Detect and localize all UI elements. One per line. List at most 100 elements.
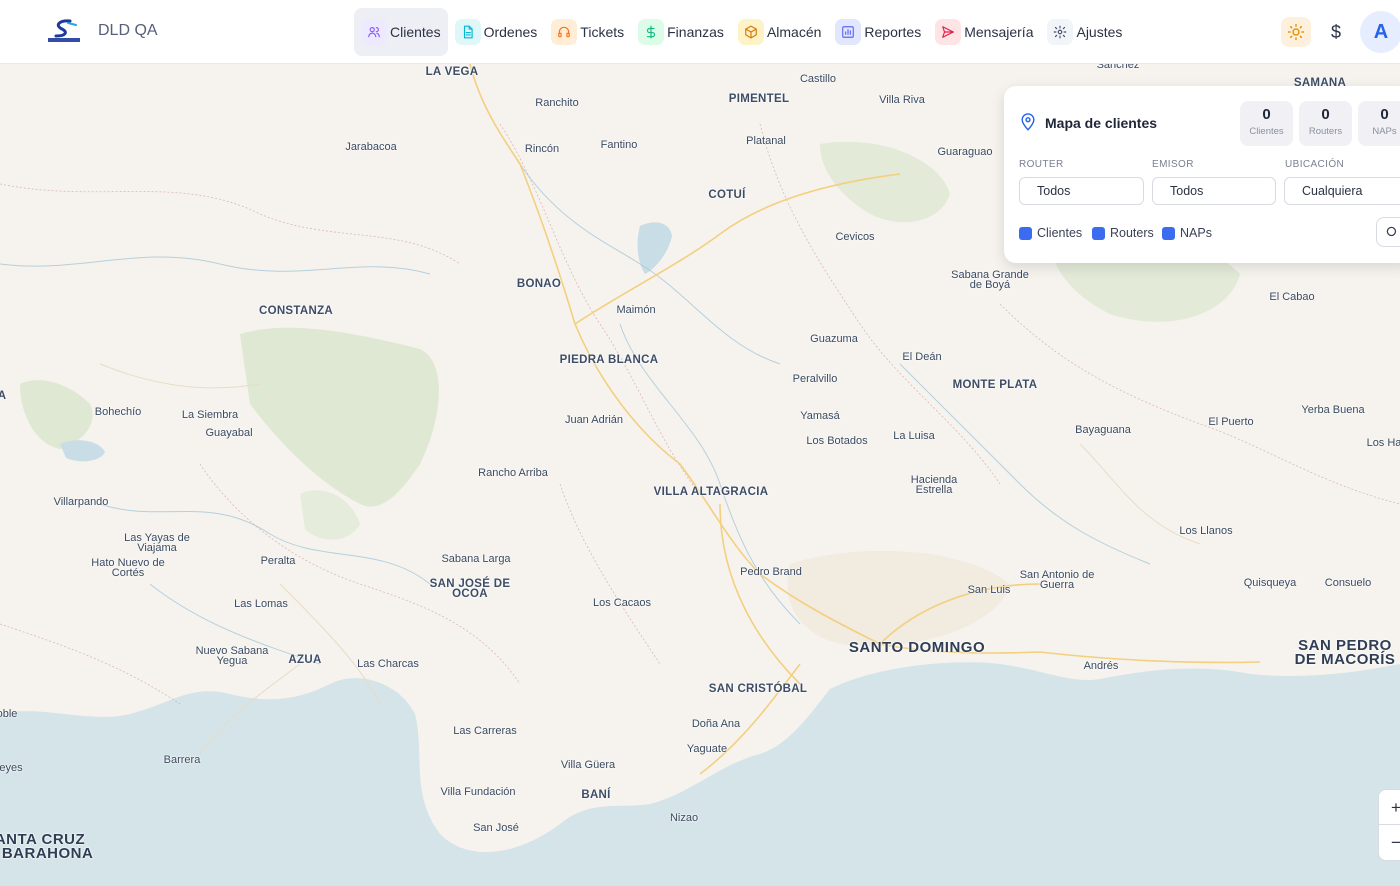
gear-icon: [1047, 19, 1074, 45]
map-place-label: Ranchito: [535, 97, 579, 109]
nav-label: Finanzas: [667, 24, 724, 40]
map-place-label: Jarabacoa: [345, 141, 397, 153]
map-place-label: VILLA ALTAGRACIA: [653, 486, 769, 498]
nav-item-ajustes[interactable]: Ajustes: [1040, 8, 1129, 56]
nav-item-reportes[interactable]: Reportes: [828, 8, 928, 56]
toggle-label: Clientes: [1037, 226, 1083, 240]
map-place-label: La Siembra: [181, 409, 239, 421]
nav-item-ordenes[interactable]: Ordenes: [448, 8, 545, 56]
stat-label: NAPs: [1372, 126, 1397, 137]
headset-icon: [551, 19, 578, 45]
map-place-label: Los Llanos: [1179, 525, 1233, 537]
map-place-label: ANTA CRUZ E BARAHONA: [0, 831, 94, 862]
map-place-label: Bohechío: [94, 406, 142, 418]
nav-item-clientes[interactable]: Clientes: [354, 8, 448, 56]
map-place-label: PIMENTEL: [728, 93, 790, 105]
nav-label: Ajustes: [1076, 24, 1123, 40]
map-place-label: CONSTANZA: [258, 305, 334, 317]
map-place-label: AZUA: [288, 654, 322, 666]
search-button[interactable]: [1376, 217, 1400, 247]
map-place-label: Los Cacaos: [592, 597, 652, 609]
emisor-select[interactable]: Todos: [1152, 177, 1276, 205]
top-navigation-bar: DLD QA Clientes Ordenes Tickets Finanzas Alm…: [0, 0, 1400, 64]
map-place-label: Maimón: [616, 304, 656, 316]
nav-item-almacen[interactable]: Almacén: [731, 8, 828, 56]
theme-toggle-button[interactable]: [1281, 17, 1311, 47]
map-place-label: Bayaguana: [1075, 424, 1131, 436]
map-place-label: Guaraguao: [937, 146, 993, 158]
map-place-label: San Antonio de Guerra: [1019, 569, 1095, 591]
brand-name[interactable]: DLD QA: [98, 22, 158, 40]
currency-button[interactable]: $: [1326, 19, 1346, 45]
map-place-label: MONTE PLATA: [952, 379, 1038, 391]
search-icon: [1386, 226, 1397, 237]
zoom-control: + −: [1378, 789, 1400, 861]
ubicacion-select[interactable]: Cualquiera: [1284, 177, 1400, 205]
map-place-label: Villa Fundación: [440, 786, 516, 798]
map-place-label: Las Lomas: [234, 598, 288, 610]
toggle-clientes[interactable]: Clientes: [1019, 226, 1082, 240]
router-select[interactable]: Todos: [1019, 177, 1144, 205]
stat-label: Routers: [1308, 126, 1343, 137]
map-place-label: El Cabao: [1269, 291, 1315, 303]
map-place-label: Barrera: [163, 754, 201, 766]
checkbox[interactable]: [1092, 226, 1105, 240]
map-place-label: Sabana Grande de Boyá: [951, 269, 1029, 291]
stat-label: Clientes: [1249, 126, 1284, 137]
nav-label: Ordenes: [483, 24, 538, 40]
toggle-label: Routers: [1110, 226, 1154, 240]
map-place-label: oble: [0, 708, 18, 720]
map-place-label: Sanchez: [1096, 64, 1140, 71]
nav-label: Almacén: [766, 24, 822, 40]
nav-item-tickets[interactable]: Tickets: [544, 8, 631, 56]
map-place-label: Las Yayas de Viajama: [124, 532, 190, 554]
stat-routers: 0 Routers: [1299, 101, 1352, 146]
zoom-out-button[interactable]: −: [1379, 825, 1400, 860]
map-place-label: San Luis: [967, 584, 1011, 596]
map-place-label: Fantino: [600, 139, 638, 151]
map-place-label: Juan Adrián: [564, 414, 624, 426]
map-place-label: Los Ha: [1366, 437, 1400, 449]
main-nav: Clientes Ordenes Tickets Finanzas Almacén Rep…: [354, 8, 1129, 56]
map-place-label: A: [0, 390, 7, 402]
nav-item-finanzas[interactable]: Finanzas: [631, 8, 731, 56]
toggle-routers[interactable]: Routers: [1092, 226, 1154, 240]
map-place-label: Yamasá: [800, 410, 840, 422]
map-place-label: SAN JOSÉ DE OCOA: [429, 578, 511, 600]
sun-icon: [1287, 23, 1305, 41]
nav-label: Clientes: [390, 24, 441, 40]
user-avatar[interactable]: A: [1360, 11, 1400, 53]
map-place-label: Villa Riva: [879, 94, 925, 106]
map-place-label: Quisqueya: [1243, 577, 1297, 589]
nav-item-mensajeria[interactable]: Mensajería: [928, 8, 1040, 56]
map-place-label: Villarpando: [53, 496, 109, 508]
checkbox[interactable]: [1019, 226, 1032, 240]
toggle-naps[interactable]: NAPs: [1162, 226, 1212, 240]
map-place-label: Las Charcas: [357, 658, 419, 670]
checkbox[interactable]: [1162, 226, 1175, 240]
map-place-label: Peralvillo: [792, 373, 838, 385]
box-icon: [737, 19, 764, 45]
client-map-panel: Mapa de clientes 0 Clientes 0 Routers 0 …: [1004, 86, 1400, 263]
map-place-label: Peralta: [260, 555, 296, 567]
zoom-in-button[interactable]: +: [1379, 790, 1400, 825]
stat-naps: 0 NAPs: [1358, 101, 1400, 146]
map-pin-icon: [1021, 113, 1035, 131]
skylink-logo[interactable]: [46, 19, 82, 43]
document-icon: [454, 19, 481, 45]
map-place-label: Nuevo Sabana Yegua: [195, 645, 269, 667]
nav-label: Mensajería: [964, 24, 1034, 40]
toggle-label: NAPs: [1180, 226, 1212, 240]
map-place-label: PIEDRA BLANCA: [559, 354, 659, 366]
map-place-label: Rincón: [524, 143, 560, 155]
send-icon: [935, 19, 962, 45]
map-place-label: Doña Ana: [691, 718, 741, 730]
map-place-label: Guazuma: [810, 333, 858, 345]
map-place-label: Andrés: [1083, 660, 1119, 672]
map-place-label: Guayabal: [205, 427, 253, 439]
stat-value: 0: [1321, 106, 1330, 123]
map-place-label: Hato Nuevo de Cortés: [91, 557, 165, 579]
map-place-label: Rancho Arriba: [478, 467, 548, 479]
map-place-label: El Deán: [902, 351, 942, 363]
map-place-label: Villa Güera: [560, 759, 616, 771]
